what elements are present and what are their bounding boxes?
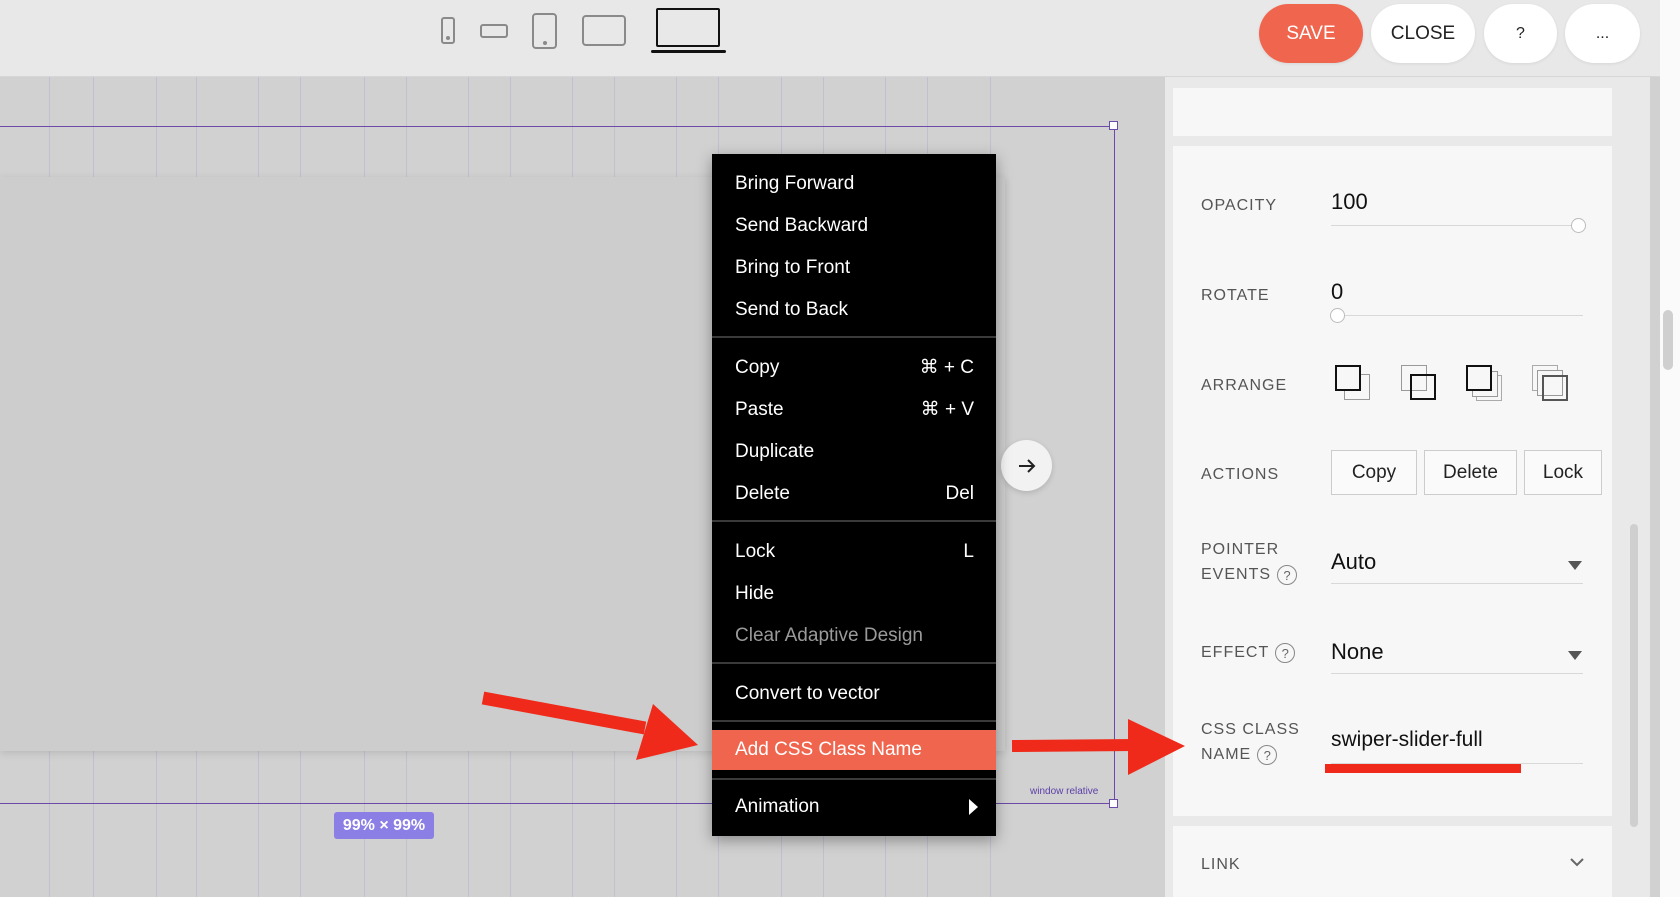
resize-handle-bottom-right[interactable] [1109, 799, 1118, 808]
tablet-landscape-icon[interactable] [582, 15, 626, 46]
menu-add-css-class-name[interactable]: Add CSS Class Name [712, 730, 996, 770]
pointer-events-select[interactable]: Auto [1331, 549, 1376, 575]
effect-dropdown-icon[interactable] [1568, 651, 1582, 660]
menu-send-to-back[interactable]: Send to Back [712, 291, 996, 329]
size-badge: 99% × 99% [334, 812, 434, 839]
pointer-events-dropdown-icon[interactable] [1568, 561, 1582, 570]
pointer-events-underline [1331, 583, 1583, 584]
menu-divider [712, 662, 996, 664]
send-to-back-icon[interactable] [1401, 365, 1437, 401]
actions-label: ACTIONS [1201, 466, 1280, 483]
menu-hide[interactable]: Hide [712, 575, 996, 613]
menu-convert-to-vector[interactable]: Convert to vector [712, 675, 996, 713]
tablet-icon[interactable] [532, 13, 557, 49]
menu-copy[interactable]: Copy ⌘ + C [712, 349, 996, 387]
menu-send-backward[interactable]: Send Backward [712, 207, 996, 245]
rotate-slider-handle[interactable] [1330, 308, 1345, 323]
menu-lock[interactable]: Lock L [712, 533, 996, 571]
page-scrollbar[interactable] [1663, 310, 1673, 370]
red-highlight-underline [1325, 764, 1521, 773]
phone-icon[interactable] [441, 17, 455, 44]
bring-forward-icon[interactable] [1466, 365, 1502, 401]
menu-divider [712, 720, 996, 722]
menu-duplicate[interactable]: Duplicate [712, 433, 996, 471]
help-button[interactable]: ? [1484, 4, 1557, 63]
menu-clear-adaptive-design: Clear Adaptive Design [735, 625, 923, 646]
effect-underline [1331, 673, 1583, 674]
menu-bring-to-front[interactable]: Bring to Front [712, 249, 996, 287]
arrow-right-icon[interactable] [1001, 440, 1052, 491]
menu-paste[interactable]: Paste ⌘ + V [712, 391, 996, 429]
arrange-label: ARRANGE [1201, 377, 1288, 394]
effect-select[interactable]: None [1331, 639, 1384, 665]
phone-landscape-icon[interactable] [480, 24, 508, 38]
laptop-base [651, 50, 726, 53]
menu-divider [712, 520, 996, 522]
panel-scrollbar[interactable] [1630, 524, 1638, 827]
opacity-label: OPACITY [1201, 197, 1278, 214]
pointer-events-label: POINTER EVENTS? [1201, 537, 1298, 587]
menu-bring-forward[interactable]: Bring Forward [712, 165, 996, 203]
lock-button[interactable]: Lock [1524, 450, 1602, 495]
rotate-label: ROTATE [1201, 287, 1270, 304]
window-relative-label: window relative [1030, 786, 1099, 797]
opacity-slider-handle[interactable] [1571, 218, 1586, 233]
resize-handle-top-right[interactable] [1109, 121, 1118, 130]
effect-label: EFFECT? [1201, 640, 1296, 665]
laptop-icon[interactable] [656, 8, 720, 47]
submenu-arrow-icon [969, 799, 978, 815]
menu-animation[interactable]: Animation [712, 788, 996, 826]
help-icon[interactable]: ? [1257, 744, 1278, 765]
bring-to-front-icon[interactable] [1335, 365, 1371, 401]
page-scrollbar-track [1660, 0, 1680, 897]
panel-card [1173, 88, 1612, 136]
rotate-value[interactable]: 0 [1331, 279, 1343, 305]
context-menu: Bring Forward Send Backward Bring to Fro… [712, 154, 996, 836]
copy-button[interactable]: Copy [1331, 450, 1417, 495]
menu-divider [712, 336, 996, 338]
top-toolbar: SAVE CLOSE ? ... [0, 0, 1680, 77]
menu-divider [712, 778, 996, 780]
opacity-slider-track[interactable] [1331, 225, 1583, 226]
menu-delete[interactable]: Delete Del [712, 475, 996, 513]
more-button[interactable]: ... [1565, 4, 1640, 63]
chevron-down-icon[interactable] [1569, 856, 1585, 868]
link-label: LINK [1201, 856, 1241, 873]
save-button[interactable]: SAVE [1259, 4, 1363, 63]
help-icon[interactable]: ? [1277, 564, 1298, 585]
help-icon[interactable]: ? [1275, 642, 1296, 663]
opacity-value[interactable]: 100 [1331, 189, 1368, 215]
css-class-name-label: CSS CLASS NAME? [1201, 721, 1300, 765]
send-backward-icon[interactable] [1532, 365, 1568, 401]
close-button[interactable]: CLOSE [1371, 4, 1475, 63]
rotate-slider-track[interactable] [1331, 315, 1583, 316]
css-class-name-input[interactable]: swiper-slider-full [1331, 728, 1483, 752]
delete-button[interactable]: Delete [1424, 450, 1517, 495]
